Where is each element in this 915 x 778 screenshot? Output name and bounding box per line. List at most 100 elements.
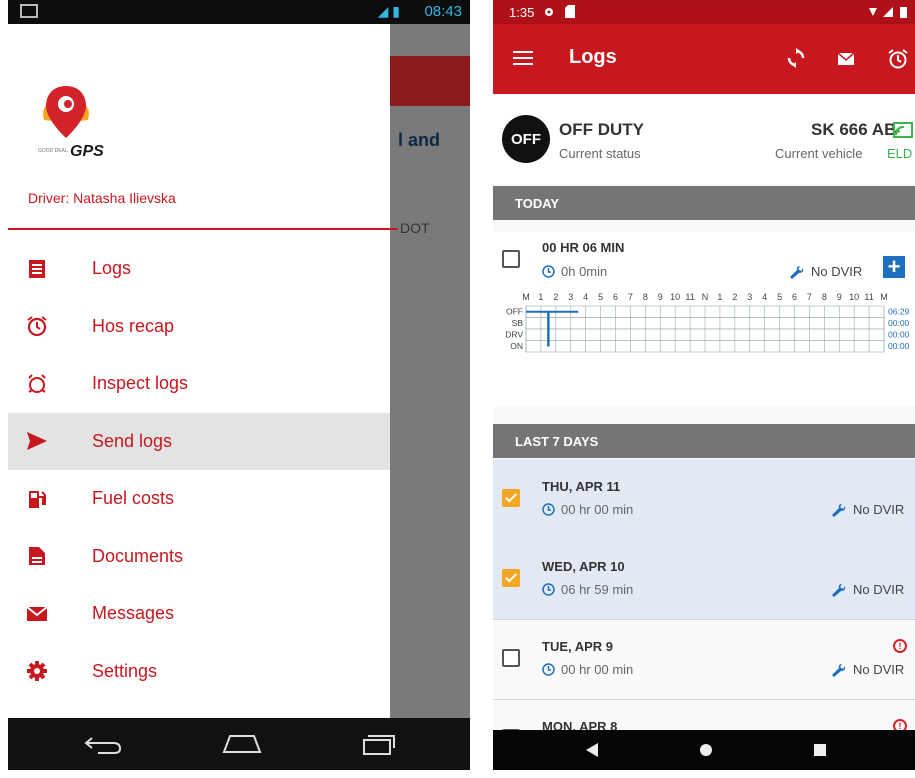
logo-small-text: GOOD DEAL (38, 148, 68, 154)
logs-list-icon (26, 258, 48, 280)
day-log-row[interactable]: THU, APR 11 00 hr 00 min No DVIR (493, 459, 915, 540)
menu-item-settings[interactable]: Settings (8, 643, 390, 701)
wrench-icon (832, 583, 846, 597)
driver-label: Driver: Natasha Ilievska (28, 190, 176, 206)
right-phone-screen: 1:35 Logs OFF OFF DUTY Current status SK… (493, 0, 915, 770)
mail-icon[interactable] (837, 52, 855, 66)
home-button-icon[interactable] (699, 743, 713, 757)
home-button-icon[interactable] (220, 732, 264, 756)
eld-label: ELD (887, 146, 913, 161)
sd-card-icon (565, 5, 575, 18)
day-dvir[interactable]: No DVIR (831, 582, 904, 597)
hour-tick-label: 6 (613, 292, 618, 302)
menu-item-label: Documents (92, 545, 184, 566)
day-dvir[interactable]: No DVIR (831, 502, 904, 517)
status-code-badge[interactable]: OFF (502, 115, 550, 163)
menu-item-label: Inspect logs (92, 373, 189, 394)
duty-row-total: 00:00 (888, 341, 910, 351)
recent-apps-icon[interactable] (358, 732, 398, 756)
hour-tick-label: 11 (864, 292, 873, 302)
hour-tick-label: 2 (553, 292, 558, 302)
wrench-icon (832, 663, 846, 677)
hour-tick-label: 3 (747, 292, 752, 302)
day-dvir-label: No DVIR (853, 502, 905, 517)
today-checkbox[interactable] (502, 250, 520, 268)
vehicle-subtitle: Current vehicle (775, 146, 863, 161)
today-clock: 0h 0min (561, 264, 608, 279)
today-header-label: TODAY (515, 196, 560, 211)
background-text: l and (398, 130, 441, 150)
menu-item-fuel-costs[interactable]: Fuel costs (8, 470, 390, 528)
eld-connected-icon (893, 122, 913, 138)
day-checkbox[interactable] (502, 489, 520, 507)
day-clock-row: 06 hr 59 min (542, 582, 633, 597)
sync-icon[interactable] (787, 48, 805, 68)
hour-tick-label: 4 (583, 292, 588, 302)
logo-text: GPS (70, 143, 104, 160)
today-clock-row: 0h 0min (542, 264, 607, 279)
day-checkbox[interactable] (502, 569, 520, 587)
menu-item-documents[interactable]: Documents (8, 528, 390, 586)
day-date: TUE, APR 9 (542, 639, 614, 654)
add-dvir-button[interactable]: + (883, 256, 905, 278)
day-clock-row: 00 hr 00 min (542, 502, 633, 517)
wrench-icon (832, 503, 846, 517)
hour-tick-label: N (702, 292, 709, 302)
status-summary: OFF OFF DUTY Current status SK 666 AB Cu… (493, 94, 915, 184)
menu-item-send-logs[interactable]: Send logs (8, 412, 390, 470)
day-log-row[interactable]: WED, APR 10 06 hr 59 min No DVIR (493, 539, 915, 620)
hour-tick-label: 1 (717, 292, 722, 302)
gmail-notification-icon (20, 4, 38, 18)
last-7-days-header: LAST 7 DAYS (493, 424, 915, 458)
menu-item-inspect-logs[interactable]: Inspect logs (8, 355, 390, 413)
day-dvir-label: No DVIR (853, 582, 905, 597)
app-bar: Logs (493, 24, 915, 94)
hour-tick-label: 4 (762, 292, 767, 302)
alert-icon[interactable]: ! (893, 639, 907, 653)
day-checkbox[interactable] (502, 649, 520, 667)
menu-item-label: Messages (92, 603, 175, 624)
menu-item-hos-recap[interactable]: Hos recap (8, 298, 390, 356)
clock-icon (542, 265, 555, 278)
back-button-icon[interactable] (84, 732, 124, 756)
hour-tick-label: 11 (685, 292, 694, 302)
hour-tick-label: 6 (792, 292, 797, 302)
left-phone-screen: ◢ ▮ 08:43 l and DOT GPS GOOD DEAL Driver… (8, 0, 470, 770)
day-dvir[interactable]: No DVIR (831, 662, 904, 677)
duty-row-total: 06:29 (888, 307, 910, 317)
vehicle-title[interactable]: SK 666 AB (811, 120, 896, 140)
hour-tick-label: 7 (628, 292, 633, 302)
duty-status-graph: M 1 2 3 4 5 6 7 8 9 10 11 N 1 2 3 4 5 6 7 8 9 10 11 MOFF 06:29SB 0… (505, 292, 910, 353)
menu-item-messages[interactable]: Messages (8, 585, 390, 643)
system-nav-bar (493, 730, 915, 770)
day-log-row[interactable]: TUE, APR 9 00 hr 00 min No DVIR! (493, 619, 915, 700)
inspect-clock-icon (26, 373, 48, 395)
duty-row-total: 00:00 (888, 330, 910, 340)
hour-tick-label: 7 (807, 292, 812, 302)
day-clock-row: 00 hr 00 min (542, 662, 633, 677)
alarm-clock-icon[interactable] (887, 48, 909, 70)
status-bar: ◢ ▮ 08:43 (8, 0, 470, 24)
fuel-pump-icon (26, 488, 48, 510)
day-dvir-label: No DVIR (853, 662, 905, 677)
status-subtitle: Current status (559, 146, 641, 161)
clock-icon (542, 583, 555, 596)
hamburger-menu-icon[interactable] (513, 50, 533, 66)
status-time: 1:35 (509, 5, 535, 20)
duty-row-label: DRV (505, 330, 523, 340)
menu-item-logs[interactable]: Logs (8, 240, 390, 298)
back-button-icon[interactable] (585, 742, 599, 758)
hour-tick-label: 2 (732, 292, 737, 302)
duty-row-label: SB (512, 318, 524, 328)
status-title: OFF DUTY (559, 120, 644, 139)
hour-tick-label: 9 (658, 292, 663, 302)
day-time: 00 hr 00 min (561, 502, 634, 517)
menu-item-label: Logs (92, 258, 132, 279)
recent-apps-icon[interactable] (813, 743, 827, 757)
today-header: TODAY (493, 186, 915, 220)
duty-row-total: 00:00 (888, 318, 910, 328)
wifi-signal-battery-icon: ◢ ▮ (377, 3, 400, 19)
today-dvir[interactable]: No DVIR (789, 264, 862, 279)
status-time: 08:43 (424, 3, 462, 20)
clock-icon (542, 663, 555, 676)
